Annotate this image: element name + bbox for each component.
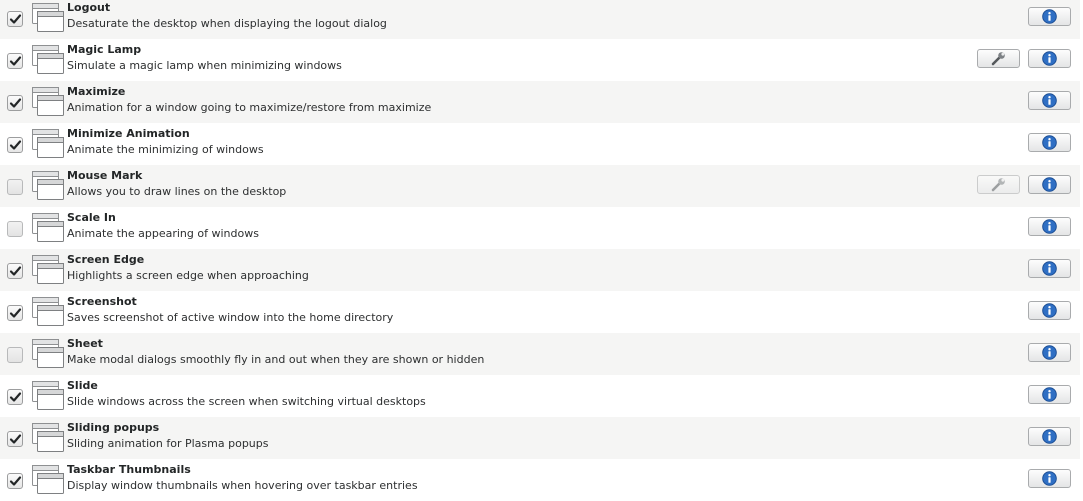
window-icon	[31, 463, 65, 497]
effect-enabled-checkbox[interactable]	[7, 179, 23, 195]
window-icon	[31, 211, 65, 245]
about-button[interactable]	[1028, 133, 1071, 152]
effect-row[interactable]: Logout Desaturate the desktop when displa…	[0, 0, 1080, 39]
effect-enabled-checkbox[interactable]	[7, 305, 23, 321]
effect-enabled-checkbox[interactable]	[7, 137, 23, 153]
effect-description: Make modal dialogs smoothly fly in and o…	[67, 353, 485, 366]
about-button[interactable]	[1028, 175, 1071, 194]
info-icon	[1042, 135, 1057, 150]
checkmark-icon	[9, 476, 22, 486]
about-button[interactable]	[1028, 217, 1071, 236]
info-icon	[1042, 51, 1057, 66]
info-icon	[1042, 429, 1057, 444]
about-button[interactable]	[1028, 49, 1071, 68]
effect-title: Sliding popups	[67, 421, 160, 434]
effect-enabled-checkbox[interactable]	[7, 473, 23, 489]
effect-row[interactable]: Magic Lamp Simulate a magic lamp when min…	[0, 39, 1080, 81]
effect-title: Logout	[67, 1, 111, 14]
effect-title: Minimize Animation	[67, 127, 190, 140]
effect-row[interactable]: Minimize Animation Animate the minimizing…	[0, 123, 1080, 165]
about-button[interactable]	[1028, 469, 1071, 488]
window-icon	[31, 253, 65, 287]
effect-enabled-checkbox[interactable]	[7, 11, 23, 27]
checkmark-icon	[9, 434, 22, 444]
configure-button[interactable]	[977, 49, 1020, 68]
window-icon	[31, 1, 65, 35]
about-button[interactable]	[1028, 301, 1071, 320]
window-icon	[31, 421, 65, 455]
effect-row[interactable]: Maximize Animation for a window going to …	[0, 81, 1080, 123]
effect-row[interactable]: Taskbar Thumbnails Display window thumbna…	[0, 459, 1080, 501]
effect-row[interactable]: Mouse Mark Allows you to draw lines on th…	[0, 165, 1080, 207]
checkmark-icon	[9, 140, 22, 150]
info-icon	[1042, 303, 1057, 318]
effect-title: Slide	[67, 379, 98, 392]
effect-enabled-checkbox[interactable]	[7, 53, 23, 69]
effect-row[interactable]: Scale In Animate the appearing of windows	[0, 207, 1080, 249]
effect-title: Sheet	[67, 337, 103, 350]
window-icon	[31, 337, 65, 371]
effect-description: Display window thumbnails when hovering …	[67, 479, 418, 492]
about-button[interactable]	[1028, 91, 1071, 110]
effect-description: Allows you to draw lines on the desktop	[67, 185, 287, 198]
effect-enabled-checkbox[interactable]	[7, 221, 23, 237]
about-button[interactable]	[1028, 385, 1071, 404]
info-icon	[1042, 219, 1057, 234]
effect-description: Animation for a window going to maximize…	[67, 101, 432, 114]
checkmark-icon	[9, 56, 22, 66]
effect-description: Sliding animation for Plasma popups	[67, 437, 269, 450]
info-icon	[1042, 261, 1057, 276]
info-icon	[1042, 387, 1057, 402]
effect-title: Mouse Mark	[67, 169, 143, 182]
effect-row[interactable]: Screenshot Saves screenshot of active win…	[0, 291, 1080, 333]
configure-button	[977, 175, 1020, 194]
effect-description: Desaturate the desktop when displaying t…	[67, 17, 387, 30]
checkmark-icon	[9, 14, 22, 24]
window-icon	[31, 127, 65, 161]
effect-enabled-checkbox[interactable]	[7, 347, 23, 363]
effect-row[interactable]: Sliding popups Sliding animation for Plas…	[0, 417, 1080, 459]
info-icon	[1042, 345, 1057, 360]
window-icon	[31, 43, 65, 77]
effect-enabled-checkbox[interactable]	[7, 389, 23, 405]
window-icon	[31, 169, 65, 203]
effects-list: Logout Desaturate the desktop when displa…	[0, 0, 1080, 501]
window-icon	[31, 379, 65, 413]
effect-title: Taskbar Thumbnails	[67, 463, 191, 476]
effect-enabled-checkbox[interactable]	[7, 95, 23, 111]
effect-title: Maximize	[67, 85, 126, 98]
effect-description: Animate the minimizing of windows	[67, 143, 264, 156]
effect-row[interactable]: Slide Slide windows across the screen whe…	[0, 375, 1080, 417]
about-button[interactable]	[1028, 259, 1071, 278]
info-icon	[1042, 471, 1057, 486]
checkmark-icon	[9, 308, 22, 318]
about-button[interactable]	[1028, 427, 1071, 446]
effect-description: Highlights a screen edge when approachin…	[67, 269, 309, 282]
effect-description: Animate the appearing of windows	[67, 227, 259, 240]
effect-description: Slide windows across the screen when swi…	[67, 395, 426, 408]
checkmark-icon	[9, 98, 22, 108]
window-icon	[31, 85, 65, 119]
info-icon	[1042, 93, 1057, 108]
about-button[interactable]	[1028, 7, 1071, 26]
info-icon	[1042, 177, 1057, 192]
about-button[interactable]	[1028, 343, 1071, 362]
effect-row[interactable]: Sheet Make modal dialogs smoothly fly in …	[0, 333, 1080, 375]
window-icon	[31, 295, 65, 329]
checkmark-icon	[9, 266, 22, 276]
wrench-icon	[991, 178, 1005, 192]
effect-enabled-checkbox[interactable]	[7, 431, 23, 447]
effect-title: Screenshot	[67, 295, 137, 308]
effect-title: Scale In	[67, 211, 116, 224]
effect-description: Simulate a magic lamp when minimizing wi…	[67, 59, 342, 72]
effect-description: Saves screenshot of active window into t…	[67, 311, 394, 324]
wrench-icon	[991, 52, 1005, 66]
effect-enabled-checkbox[interactable]	[7, 263, 23, 279]
checkmark-icon	[9, 392, 22, 402]
info-icon	[1042, 9, 1057, 24]
effect-title: Magic Lamp	[67, 43, 142, 56]
effect-title: Screen Edge	[67, 253, 145, 266]
effect-row[interactable]: Screen Edge Highlights a screen edge when…	[0, 249, 1080, 291]
